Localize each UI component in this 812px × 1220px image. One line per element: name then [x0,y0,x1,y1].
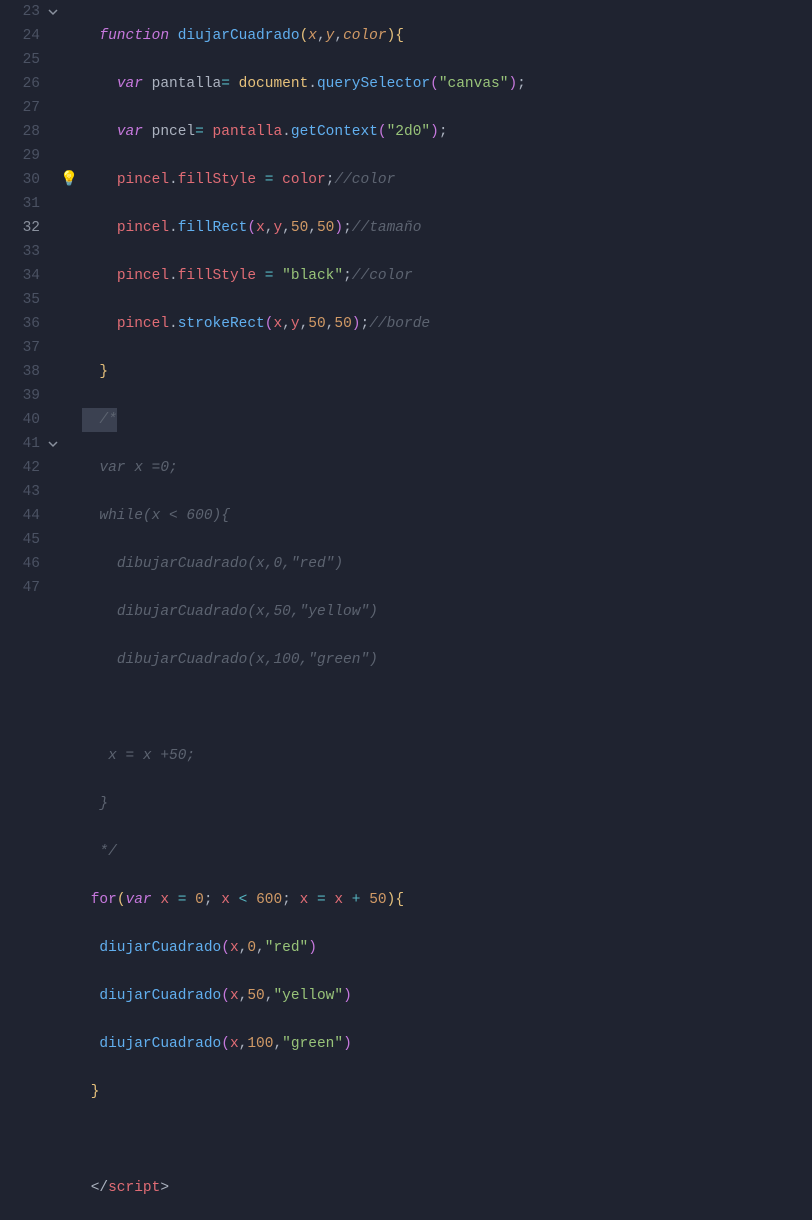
line-number: 43 [0,480,40,504]
line-number: 37 [0,336,40,360]
fold-gutter [44,0,62,610]
code-line[interactable]: pincel.fillStyle = color;//color [82,168,812,192]
code-line[interactable]: </script> [82,1176,812,1200]
line-number: 32 [0,216,40,240]
line-number: 34 [0,264,40,288]
glyph-margin: 💡 [62,0,76,610]
line-number: 30 [0,168,40,192]
code-line[interactable]: } [82,792,812,816]
code-line[interactable]: diujarCuadrado(x,50,"yellow") [82,984,812,1008]
code-line[interactable]: pincel.fillRect(x,y,50,50);//tamaño [82,216,812,240]
line-number: 31 [0,192,40,216]
line-number: 23 [0,0,40,24]
line-number: 26 [0,72,40,96]
code-editor[interactable]: 23 24 25 26 27 28 29 30 31 32 33 34 35 3… [0,0,812,610]
line-number: 40 [0,408,40,432]
code-line[interactable]: } [82,1080,812,1104]
line-number: 46 [0,552,40,576]
text-selection: /* [82,408,117,432]
line-number: 24 [0,24,40,48]
code-line[interactable]: diujarCuadrado(x,0,"red") [82,936,812,960]
line-number: 47 [0,576,40,600]
line-number: 36 [0,312,40,336]
chevron-down-icon [48,439,58,449]
code-line[interactable]: var pncel= pantalla.getContext("2d0"); [82,120,812,144]
code-line[interactable]: pincel.fillStyle = "black";//color [82,264,812,288]
line-number: 28 [0,120,40,144]
fold-toggle[interactable] [44,432,62,456]
chevron-down-icon [48,7,58,17]
code-line[interactable] [82,1128,812,1152]
line-number: 41 [0,432,40,456]
line-number-gutter: 23 24 25 26 27 28 29 30 31 32 33 34 35 3… [0,0,44,610]
code-line[interactable]: dibujarCuadrado(x,50,"yellow") [82,600,812,624]
line-number: 44 [0,504,40,528]
line-number: 25 [0,48,40,72]
code-area[interactable]: function diujarCuadrado(x,y,color){ var … [76,0,812,610]
code-line[interactable]: /* [82,408,812,432]
code-line[interactable] [82,696,812,720]
code-line[interactable]: var pantalla= document.querySelector("ca… [82,72,812,96]
code-line[interactable]: dibujarCuadrado(x,0,"red") [82,552,812,576]
code-line[interactable]: function diujarCuadrado(x,y,color){ [82,24,812,48]
code-line[interactable]: for(var x = 0; x < 600; x = x + 50){ [82,888,812,912]
line-number: 35 [0,288,40,312]
code-line[interactable]: var x =0; [82,456,812,480]
line-number: 29 [0,144,40,168]
line-number: 39 [0,384,40,408]
code-line[interactable]: dibujarCuadrado(x,100,"green") [82,648,812,672]
line-number: 42 [0,456,40,480]
line-number: 38 [0,360,40,384]
code-line[interactable]: } [82,360,812,384]
code-line[interactable]: diujarCuadrado(x,100,"green") [82,1032,812,1056]
line-number: 33 [0,240,40,264]
line-number: 27 [0,96,40,120]
code-line[interactable]: pincel.strokeRect(x,y,50,50);//borde [82,312,812,336]
fold-toggle[interactable] [44,0,62,24]
lightbulb-icon[interactable]: 💡 [62,168,76,192]
code-line[interactable]: */ [82,840,812,864]
code-line[interactable]: x = x +50; [82,744,812,768]
line-number: 45 [0,528,40,552]
code-line[interactable]: while(x < 600){ [82,504,812,528]
